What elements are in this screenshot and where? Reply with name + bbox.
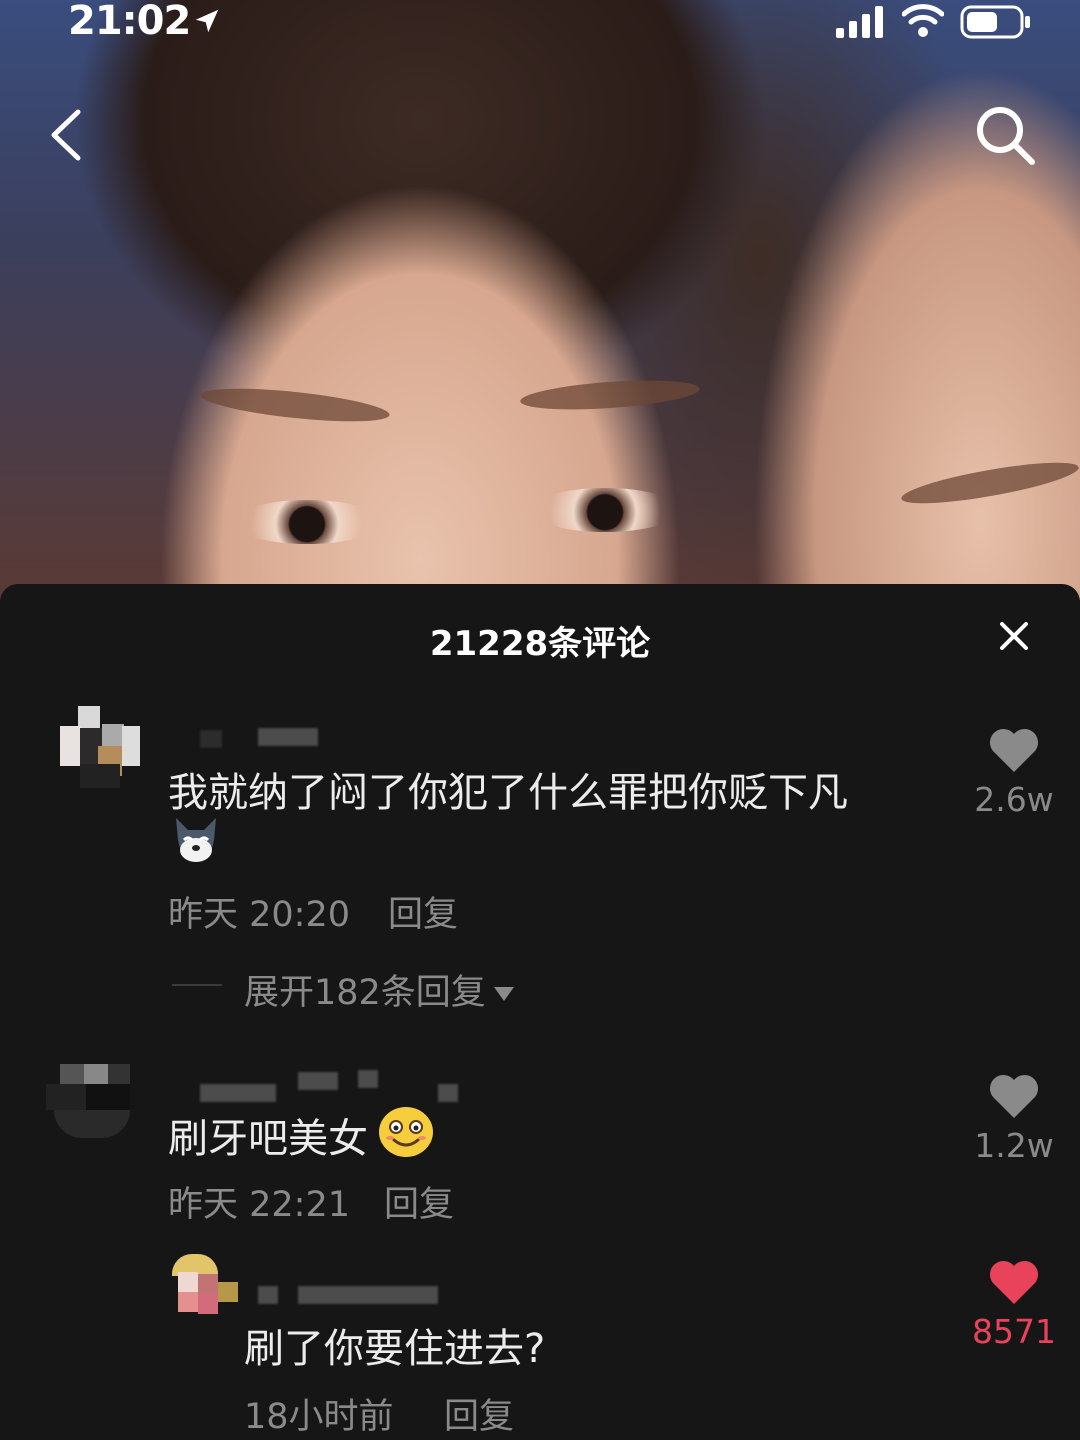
username-blurred[interactable] bbox=[258, 728, 318, 746]
divider bbox=[172, 984, 222, 986]
comment-text: 刷了你要住进去? bbox=[244, 1326, 546, 1372]
face-eye-left bbox=[232, 500, 382, 544]
chevron-left-icon bbox=[51, 109, 81, 161]
avatar-pixel bbox=[102, 724, 124, 746]
reply-button[interactable]: 回复 bbox=[384, 1176, 454, 1227]
heart-filled-icon[interactable] bbox=[987, 1258, 1041, 1306]
avatar-pixel bbox=[60, 726, 82, 766]
username-blurred bbox=[200, 730, 222, 748]
search-icon bbox=[977, 107, 1035, 165]
expand-replies-label: 展开182条回复 bbox=[244, 973, 486, 1013]
close-button[interactable] bbox=[990, 612, 1038, 660]
avatar-pixel bbox=[86, 1084, 130, 1110]
face-brow-right bbox=[519, 375, 701, 415]
avatar[interactable] bbox=[58, 706, 144, 802]
reply-button[interactable]: 回复 bbox=[388, 886, 458, 937]
username-blurred[interactable] bbox=[258, 1286, 278, 1304]
back-button[interactable] bbox=[40, 100, 100, 170]
like-count: 1.2w bbox=[974, 1126, 1054, 1165]
face-brow-second-person bbox=[899, 454, 1080, 512]
search-button[interactable] bbox=[970, 100, 1040, 170]
avatar-pixel bbox=[108, 1064, 130, 1084]
cellular-signal-icon bbox=[836, 6, 883, 38]
comment-time: 18小时前 bbox=[244, 1397, 394, 1437]
avatar-pixel bbox=[218, 1282, 238, 1302]
avatar[interactable] bbox=[44, 1064, 140, 1144]
smile-emoji-icon bbox=[379, 1107, 433, 1157]
face-eye-right bbox=[530, 488, 680, 532]
avatar-pixel bbox=[80, 764, 120, 788]
status-time: 21:02 bbox=[68, 0, 191, 44]
avatar-pixel bbox=[178, 1272, 198, 1292]
heart-icon[interactable] bbox=[987, 726, 1041, 774]
avatar-pixel bbox=[84, 1064, 108, 1084]
wifi-icon bbox=[902, 4, 944, 37]
avatar-pixel bbox=[178, 1292, 198, 1312]
like-count: 8571 bbox=[972, 1312, 1056, 1351]
avatar-pixel bbox=[46, 1084, 86, 1110]
face-brow-left bbox=[199, 382, 391, 428]
battery-icon bbox=[960, 5, 1030, 39]
caret-down-icon bbox=[493, 987, 514, 1001]
username-blurred bbox=[298, 1072, 338, 1090]
close-icon bbox=[1000, 622, 1028, 650]
avatar-pixel bbox=[60, 1064, 84, 1084]
comment-count-title: 21228条评论 bbox=[429, 624, 651, 664]
expand-replies-button[interactable]: 展开182条回复 bbox=[244, 964, 514, 1015]
heart-icon[interactable] bbox=[987, 1072, 1041, 1120]
username-blurred bbox=[438, 1084, 458, 1102]
username-blurred bbox=[358, 1070, 378, 1088]
username-blurred[interactable] bbox=[200, 1084, 276, 1102]
like-count: 2.6w bbox=[974, 780, 1054, 819]
reply-button[interactable]: 回复 bbox=[444, 1388, 514, 1439]
avatar-pixel bbox=[198, 1274, 218, 1294]
comment-time: 昨天 20:20 bbox=[168, 895, 350, 935]
video-background[interactable] bbox=[0, 0, 1080, 600]
comment-text: 我就纳了闷了你犯了什么罪把你贬下凡 bbox=[168, 770, 848, 816]
username-blurred bbox=[298, 1286, 438, 1304]
status-bar: 21:02 bbox=[0, 0, 1080, 50]
avatar-pixel bbox=[122, 726, 140, 766]
location-arrow-icon bbox=[195, 9, 219, 33]
wolf-emoji-icon bbox=[176, 818, 216, 862]
avatar-pixel bbox=[54, 1110, 130, 1138]
avatar-pixel bbox=[198, 1294, 218, 1314]
avatar[interactable] bbox=[172, 1254, 242, 1324]
avatar-pixel bbox=[78, 706, 100, 728]
comment-time: 昨天 22:21 bbox=[168, 1185, 350, 1225]
comment-text: 刷牙吧美女 bbox=[168, 1116, 368, 1162]
comment-panel: 21228条评论 我就纳了闷了你犯了什么罪把你贬下凡 昨天 20:20 回复 展… bbox=[0, 584, 1080, 1440]
